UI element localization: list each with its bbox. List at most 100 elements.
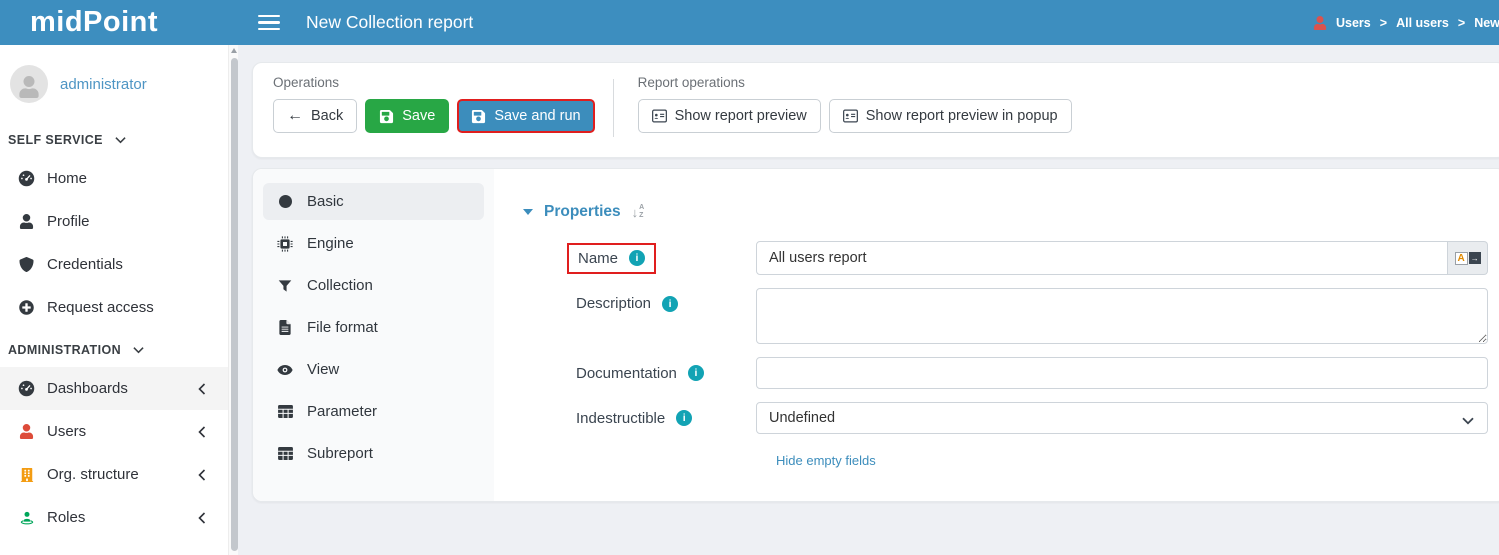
sidebar-item-home[interactable]: Home xyxy=(0,157,228,200)
name-label-highlight: Name i xyxy=(567,243,656,274)
properties-title: Properties xyxy=(544,203,621,221)
info-icon[interactable]: i xyxy=(662,296,678,312)
operations-group: Operations ← Back Save xyxy=(273,75,595,137)
hamburger-menu-icon[interactable] xyxy=(258,15,280,31)
tab-parameter[interactable]: Parameter xyxy=(263,393,484,430)
chevron-left-icon xyxy=(198,426,206,438)
tab-engine[interactable]: Engine xyxy=(263,225,484,262)
polystring-language-button[interactable]: A → xyxy=(1448,241,1488,275)
breadcrumb-separator: > xyxy=(1458,16,1465,30)
sidebar: administrator SELF SERVICE Home Profile xyxy=(0,45,238,555)
documentation-input[interactable] xyxy=(756,357,1488,389)
user-icon xyxy=(18,213,35,230)
tab-collection[interactable]: Collection xyxy=(263,267,484,304)
section-self-service[interactable]: SELF SERVICE xyxy=(0,133,228,147)
scrollbar-up-arrow-icon[interactable] xyxy=(231,48,237,53)
field-row-indestructible: Indestructible i Undefined xyxy=(576,402,1488,434)
midpoint-logo[interactable]: midPoint xyxy=(0,6,238,39)
field-row-name: Name i A → xyxy=(576,241,1488,275)
sort-letter-z: Z xyxy=(639,212,644,220)
indestructible-label: Indestructible xyxy=(576,410,665,427)
sidebar-item-label: Roles xyxy=(47,509,85,526)
tab-view[interactable]: View xyxy=(263,351,484,388)
chevron-down-icon xyxy=(133,346,144,354)
description-textarea[interactable] xyxy=(756,288,1488,344)
scrollbar-thumb[interactable] xyxy=(231,58,238,551)
show-report-preview-popup-button[interactable]: Show report preview in popup xyxy=(829,99,1072,133)
info-icon[interactable]: i xyxy=(676,410,692,426)
back-button[interactable]: ← Back xyxy=(273,99,357,133)
properties-header: Properties ↓ A Z xyxy=(523,203,1488,221)
sidebar-item-org-structure[interactable]: Org. structure xyxy=(0,453,228,496)
file-icon xyxy=(277,320,293,336)
top-navbar: midPoint New Collection report Users > A… xyxy=(0,0,1499,45)
section-label: ADMINISTRATION xyxy=(8,343,121,357)
sort-arrow: ↓ xyxy=(632,206,639,219)
field-row-documentation: Documentation i xyxy=(576,357,1488,389)
filter-icon xyxy=(277,278,293,294)
building-icon xyxy=(18,466,35,483)
user-role-icon xyxy=(18,509,35,526)
sidebar-item-label: Profile xyxy=(47,213,90,230)
user-profile[interactable]: administrator xyxy=(0,45,228,103)
sidebar-item-users[interactable]: Users xyxy=(0,410,228,453)
select-value: Undefined xyxy=(769,410,835,426)
show-report-preview-label: Show report preview xyxy=(675,108,807,124)
back-label: Back xyxy=(311,108,343,124)
save-and-run-button[interactable]: Save and run xyxy=(457,99,594,133)
chevron-left-icon xyxy=(198,383,206,395)
plus-circle-icon xyxy=(18,299,35,316)
breadcrumb-item-users[interactable]: Users xyxy=(1336,16,1371,30)
sidebar-item-request-access[interactable]: Request access xyxy=(0,286,228,329)
sidebar-item-roles[interactable]: Roles xyxy=(0,496,228,539)
breadcrumb: Users > All users > New Collection repor… xyxy=(1313,0,1499,45)
info-icon[interactable]: i xyxy=(629,250,645,266)
sidebar-item-label: Credentials xyxy=(47,256,123,273)
collapse-caret-icon[interactable] xyxy=(523,209,533,215)
tab-subreport[interactable]: Subreport xyxy=(263,435,484,472)
save-and-run-label: Save and run xyxy=(494,108,580,124)
administration-nav: Dashboards Users Org. structure xyxy=(0,367,228,539)
back-arrow-icon: ← xyxy=(287,108,303,124)
breadcrumb-separator: > xyxy=(1380,16,1387,30)
save-floppy-icon xyxy=(379,109,394,124)
show-report-preview-popup-label: Show report preview in popup xyxy=(866,108,1058,124)
sidebar-item-credentials[interactable]: Credentials xyxy=(0,243,228,286)
section-administration[interactable]: ADMINISTRATION xyxy=(0,343,228,357)
tab-label: Collection xyxy=(307,277,373,294)
table-icon xyxy=(277,404,293,420)
sort-alpha-icon[interactable]: ↓ A Z xyxy=(632,204,645,219)
name-label: Name xyxy=(578,250,618,267)
save-floppy-icon xyxy=(471,109,486,124)
user-icon xyxy=(1313,16,1327,30)
report-operations-label: Report operations xyxy=(638,75,1072,90)
circle-icon xyxy=(277,194,293,210)
report-operations-group: Report operations Show report preview Sh… xyxy=(638,75,1072,137)
description-label: Description xyxy=(576,295,651,312)
id-card-icon xyxy=(652,109,667,124)
page-title: New Collection report xyxy=(306,12,473,33)
properties-form: Properties ↓ A Z Name i xyxy=(494,169,1499,501)
tab-label: Subreport xyxy=(307,445,373,462)
indestructible-select[interactable]: Undefined xyxy=(756,402,1488,434)
sidebar-item-profile[interactable]: Profile xyxy=(0,200,228,243)
documentation-label: Documentation xyxy=(576,365,677,382)
tab-basic[interactable]: Basic xyxy=(263,183,484,220)
language-icon: A xyxy=(1455,252,1468,265)
breadcrumb-item-all-users[interactable]: All users xyxy=(1396,16,1449,30)
info-icon[interactable]: i xyxy=(688,365,704,381)
chevron-down-icon xyxy=(1462,413,1474,421)
sidebar-item-label: Org. structure xyxy=(47,466,139,483)
save-button[interactable]: Save xyxy=(365,99,449,133)
chevron-left-icon xyxy=(198,469,206,481)
operations-label: Operations xyxy=(273,75,595,90)
sort-letter-a: A xyxy=(639,204,644,212)
self-service-nav: Home Profile Credentials Request access xyxy=(0,157,228,329)
show-report-preview-button[interactable]: Show report preview xyxy=(638,99,821,133)
sidebar-item-label: Home xyxy=(47,170,87,187)
hide-empty-fields-link[interactable]: Hide empty fields xyxy=(776,453,876,468)
sidebar-item-dashboards[interactable]: Dashboards xyxy=(0,367,228,410)
sidebar-scrollbar[interactable] xyxy=(228,45,238,555)
name-input[interactable] xyxy=(756,241,1448,275)
tab-file-format[interactable]: File format xyxy=(263,309,484,346)
